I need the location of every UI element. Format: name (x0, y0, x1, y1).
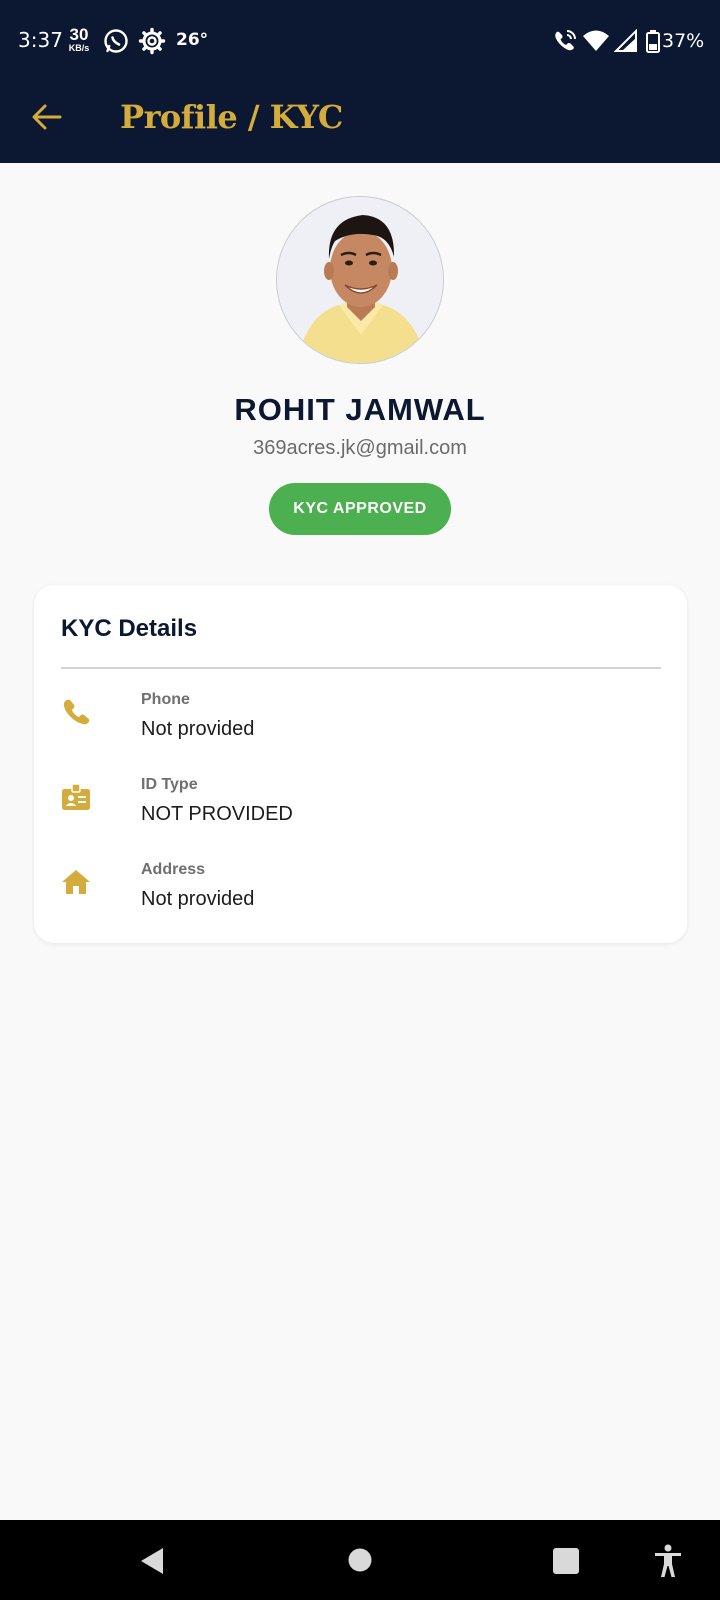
top-bar: 3:37 30 KB/s 26° 37% Profile / KYC (0, 0, 720, 163)
profile-photo (277, 197, 443, 363)
accessibility-icon[interactable] (654, 1544, 682, 1578)
signal-icon (614, 29, 637, 52)
detail-value: NOT PROVIDED (141, 803, 293, 825)
card-title: KYC Details (61, 615, 198, 642)
status-time: 3:37 (18, 28, 63, 52)
status-bar: 3:37 30 KB/s 26° 37% (0, 0, 720, 84)
profile-avatar (276, 196, 444, 364)
kyc-status-badge: KYC APPROVED (269, 483, 451, 535)
profile-email: 369acres.jk@gmail.com (253, 437, 467, 459)
detail-label: Phone (141, 691, 190, 708)
profile-name: ROHIT JAMWAL (234, 392, 486, 427)
detail-value: Not provided (141, 718, 255, 740)
net-speed-value: 30 (69, 25, 89, 44)
settings-icon (138, 27, 166, 55)
home-icon (62, 870, 90, 894)
nav-back-icon[interactable] (138, 1546, 166, 1576)
battery-percent: 37% (662, 30, 705, 52)
wifi-call-icon (555, 30, 576, 51)
whatsapp-icon (104, 29, 128, 53)
battery-icon (646, 30, 660, 53)
kyc-details-card: KYC Details Phone Not provided ID Type N… (34, 585, 687, 943)
card-divider (61, 667, 661, 669)
wifi-icon (583, 30, 609, 51)
detail-row-phone: Phone Not provided (61, 691, 661, 751)
page-title: Profile / KYC (120, 98, 343, 136)
detail-value: Not provided (141, 888, 255, 910)
phone-icon (63, 699, 90, 725)
detail-label: Address (141, 861, 206, 878)
status-temperature: 26° (176, 30, 209, 50)
nav-recents-icon[interactable] (553, 1548, 579, 1574)
back-arrow-icon[interactable] (30, 100, 64, 134)
net-speed: 30 KB/s (64, 26, 94, 53)
detail-row-address: Address Not provided (61, 861, 661, 921)
id-card-icon (62, 783, 90, 810)
nav-home-icon[interactable] (348, 1548, 372, 1572)
detail-label: ID Type (141, 776, 198, 793)
system-nav-bar (0, 1520, 720, 1600)
detail-row-id-type: ID Type NOT PROVIDED (61, 776, 661, 836)
net-speed-unit: KB/s (68, 43, 90, 53)
